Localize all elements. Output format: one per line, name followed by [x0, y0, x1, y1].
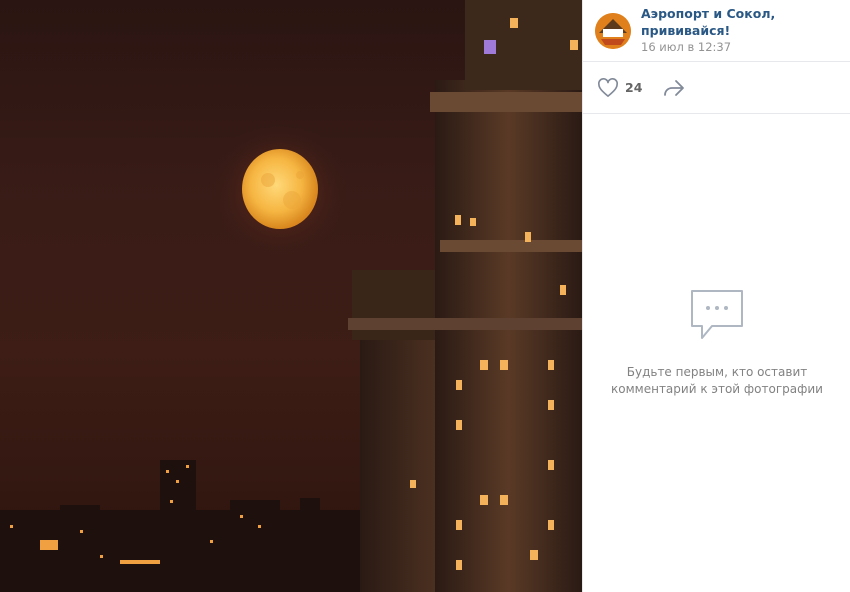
community-avatar-icon [595, 12, 631, 49]
tower [348, 0, 582, 592]
post-header: Аэропорт и Сокол, прививайся! 16 июл в 1… [583, 0, 850, 62]
avatar[interactable] [595, 12, 631, 49]
empty-comments-line2: комментарий к этой фотографии [611, 382, 823, 396]
moon [242, 149, 318, 229]
like-button[interactable]: 24 [597, 77, 643, 98]
empty-comments: Будьте первым, кто оставит комментарий к… [583, 288, 850, 398]
post-actions: 24 [583, 62, 850, 114]
post-photo[interactable] [0, 0, 582, 592]
speech-bubble-icon [691, 290, 743, 339]
author-link[interactable]: Аэропорт и Сокол, прививайся! [641, 5, 850, 39]
share-button[interactable] [662, 78, 686, 98]
post-date[interactable]: 16 июл в 12:37 [641, 39, 850, 56]
heart-icon [598, 77, 618, 97]
post-sidebar: Аэропорт и Сокол, прививайся! 16 июл в 1… [582, 0, 850, 592]
share-arrow-icon [664, 79, 685, 96]
like-count: 24 [625, 80, 643, 95]
photo-image [0, 0, 582, 592]
empty-comments-line1: Будьте первым, кто оставит [626, 365, 808, 379]
